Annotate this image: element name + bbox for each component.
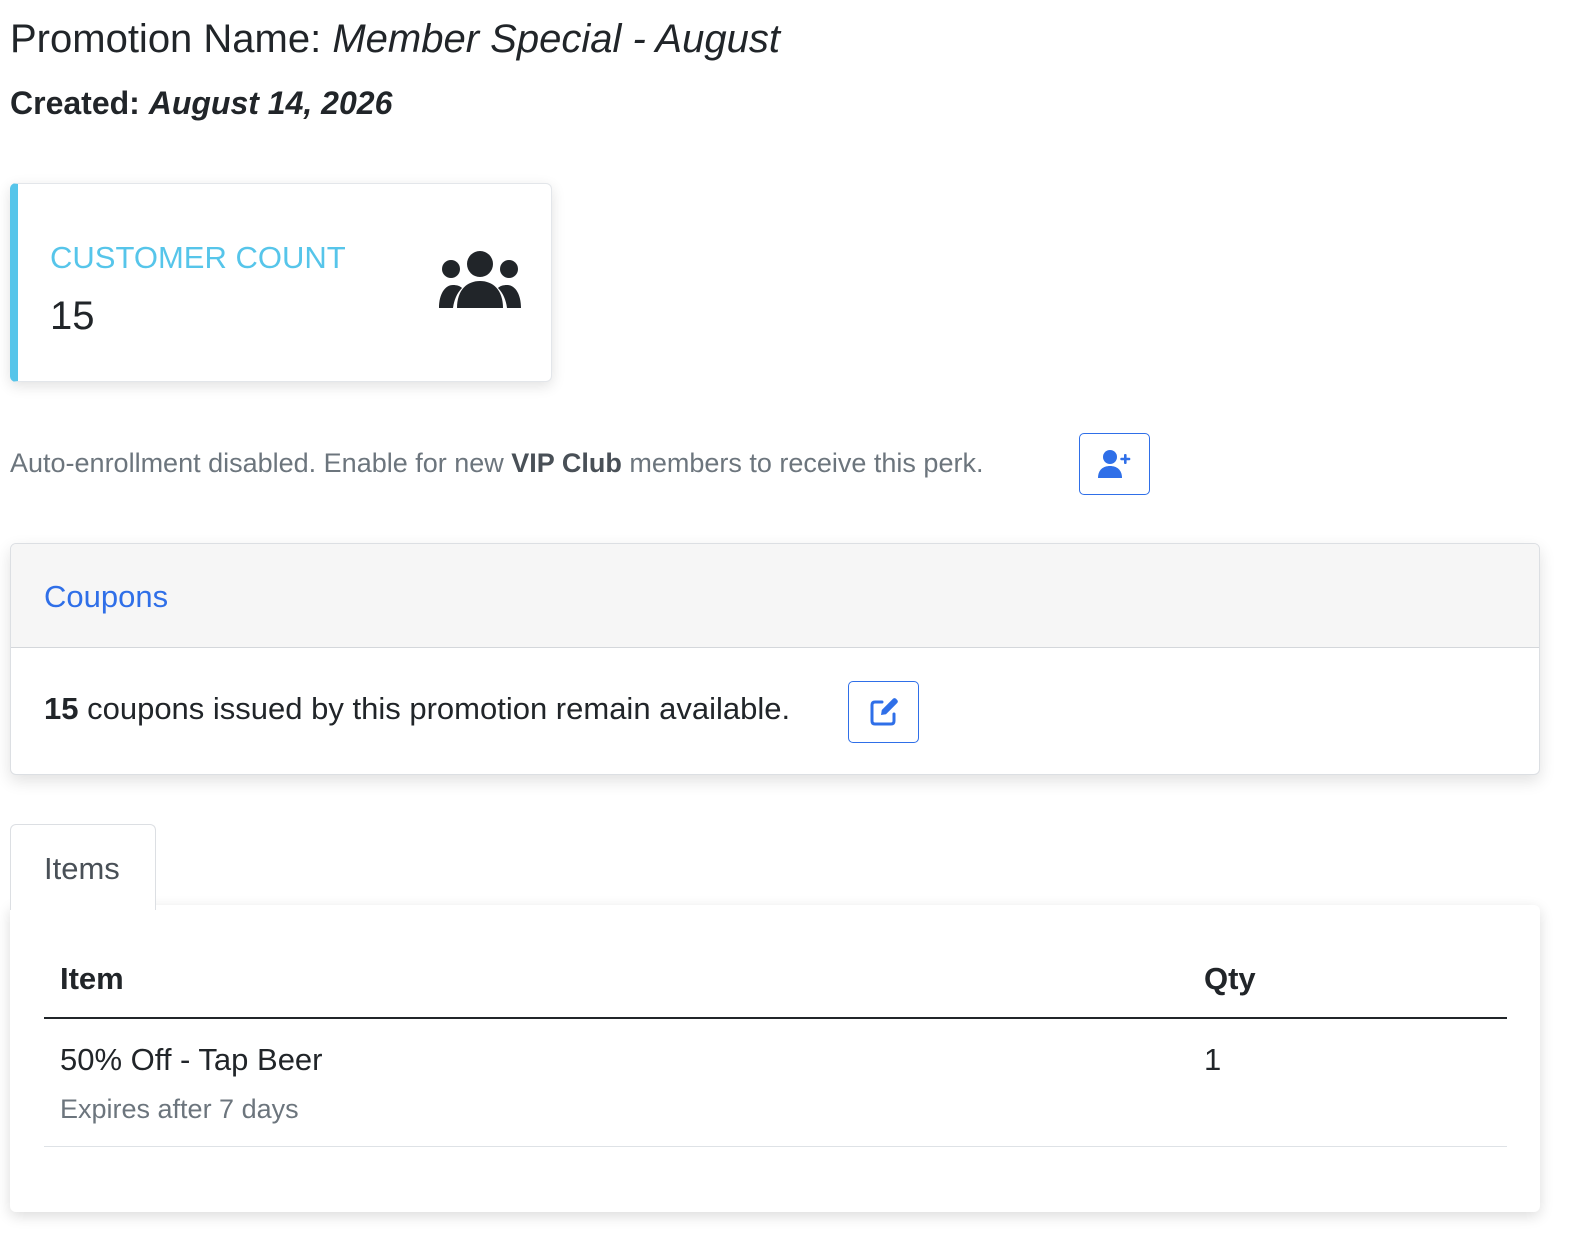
coupons-card: Coupons 15 coupons issued by this promot… — [10, 543, 1540, 775]
items-table-card: Item Qty 50% Off - Tap Beer Expires afte… — [10, 905, 1540, 1212]
auto-enrollment-text-after: members to receive this perk. — [621, 448, 984, 478]
item-qty: 1 — [1204, 1042, 1222, 1077]
created-date-value: August 14, 2026 — [148, 85, 393, 121]
user-plus-icon — [1097, 450, 1130, 478]
item-name: 50% Off - Tap Beer — [60, 1042, 323, 1077]
created-label: Created: — [10, 85, 140, 121]
enable-auto-enrollment-button[interactable] — [1079, 433, 1150, 495]
customer-count-label: CUSTOMER COUNT — [50, 240, 346, 275]
coupons-availability-message: coupons issued by this promotion remain … — [78, 691, 791, 726]
customer-count-card: CUSTOMER COUNT 15 — [10, 183, 552, 382]
tab-items-label: Items — [44, 851, 120, 886]
auto-enrollment-message: Auto-enrollment disabled. Enable for new… — [10, 445, 983, 481]
created-date-heading: Created: August 14, 2026 — [10, 82, 392, 124]
column-header-qty: Qty — [1204, 961, 1256, 996]
coupons-count: 15 — [44, 691, 79, 726]
coupons-card-header: Coupons — [11, 544, 1539, 648]
users-icon — [439, 251, 521, 308]
item-expiry-detail: Expires after 7 days — [60, 1094, 299, 1124]
table-row-divider — [44, 1146, 1507, 1147]
promotion-name-label: Promotion Name: — [10, 17, 322, 61]
auto-enrollment-text-before: Auto-enrollment disabled. Enable for new — [10, 448, 512, 478]
club-name: VIP Club — [511, 448, 622, 478]
edit-icon — [870, 698, 898, 726]
column-header-item: Item — [60, 961, 124, 996]
auto-enrollment-row: Auto-enrollment disabled. Enable for new… — [10, 433, 1210, 495]
customer-count-value: 15 — [50, 294, 95, 338]
coupons-availability-text: 15 coupons issued by this promotion rema… — [44, 689, 790, 729]
edit-coupons-button[interactable] — [848, 681, 919, 743]
promotion-name-value: Member Special - August — [332, 17, 780, 61]
promotion-name-heading: Promotion Name: Member Special - August — [10, 14, 780, 64]
coupons-header-link[interactable]: Coupons — [44, 577, 168, 617]
table-header-divider — [44, 1017, 1507, 1019]
tab-items[interactable]: Items — [10, 824, 156, 910]
